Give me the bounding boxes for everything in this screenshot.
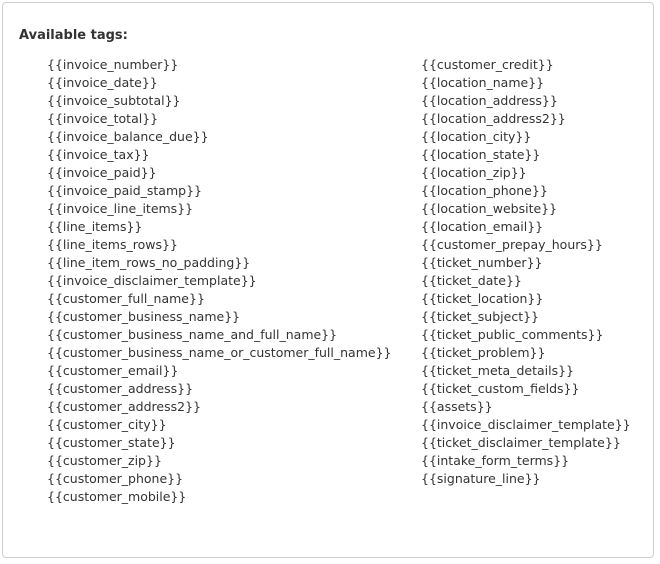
tag-item: {{invoice_tax}} [47,147,150,162]
tag-item: {{customer_phone}} [47,471,184,486]
tag-list-right: {{customer_credit}} {{location_name}} {{lo… [421,56,631,488]
tag-item: {{customer_mobile}} [47,489,187,504]
tag-item: {{ticket_public_comments}} [421,327,604,342]
tag-item: {{customer_state}} [47,435,176,450]
tag-item: {{ticket_disclaimer_template}} [421,435,621,450]
tag-item: {{line_items}} [47,219,143,234]
tag-item: {{invoice_total}} [47,111,159,126]
tag-item: {{line_item_rows_no_padding}} [47,255,251,270]
tag-item: {{invoice_line_items}} [47,201,194,216]
tag-item: {{location_website}} [421,201,558,216]
tag-item: {{invoice_paid_stamp}} [47,183,202,198]
tag-list-left: {{invoice_number}} {{invoice_date}} {{invo… [47,56,391,506]
tag-item: {{location_city}} [421,129,532,144]
tag-item: {{assets}} [421,399,493,414]
tag-item: {{location_zip}} [421,165,527,180]
tag-item: {{invoice_number}} [47,57,179,72]
available-tags-panel: Available tags: {{invoice_number}} {{invo… [2,2,654,558]
tag-item: {{customer_address}} [47,381,194,396]
tag-item: {{customer_business_name}} [47,309,241,324]
tag-item: {{customer_full_name}} [47,291,205,306]
tag-item: {{ticket_custom_fields}} [421,381,580,396]
tag-item: {{line_items_rows}} [47,237,178,252]
tag-item: {{invoice_date}} [47,75,158,90]
tag-item: {{ticket_subject}} [421,309,539,324]
tag-item: {{location_email}} [421,219,544,234]
tag-item: {{invoice_paid}} [47,165,157,180]
tag-item: {{customer_address2}} [47,399,201,414]
tag-item: {{location_address2}} [421,111,566,126]
tag-item: {{ticket_location}} [421,291,544,306]
tag-item: {{customer_business_name_and_full_name}} [47,327,338,342]
tag-item: {{customer_credit}} [421,57,554,72]
tag-item: {{ticket_date}} [421,273,522,288]
tag-item: {{customer_prepay_hours}} [421,237,603,252]
tag-item: {{invoice_subtotal}} [47,93,181,108]
panel-title: Available tags: [19,28,128,43]
tag-item: {{location_address}} [421,93,558,108]
tag-item: {{invoice_disclaimer_template}} [421,417,631,432]
tag-item: {{customer_business_name_or_customer_ful… [47,345,392,360]
tag-item: {{customer_zip}} [47,453,162,468]
tag-item: {{customer_email}} [47,363,179,378]
tag-item: {{invoice_balance_due}} [47,129,209,144]
tag-item: {{location_state}} [421,147,541,162]
tag-item: {{location_name}} [421,75,545,90]
tag-item: {{signature_line}} [421,471,541,486]
tag-item: {{ticket_number}} [421,255,543,270]
tag-item: {{location_phone}} [421,183,548,198]
tag-item: {{intake_form_terms}} [421,453,570,468]
tag-item: {{invoice_disclaimer_template}} [47,273,257,288]
tag-item: {{ticket_problem}} [421,345,546,360]
tag-item: {{customer_city}} [47,417,167,432]
tag-item: {{ticket_meta_details}} [421,363,575,378]
